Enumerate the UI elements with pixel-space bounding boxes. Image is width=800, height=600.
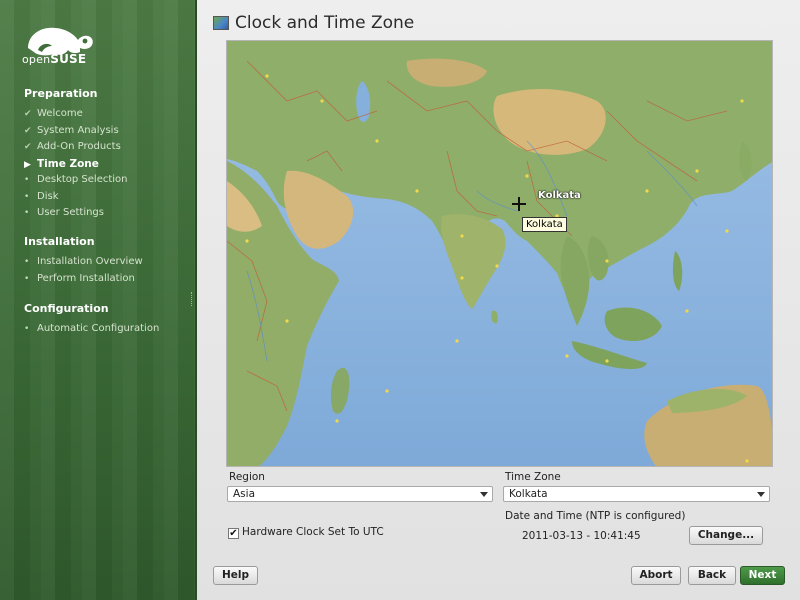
bullet-icon: •	[24, 273, 30, 284]
bullet-icon: •	[24, 324, 30, 334]
bullet-icon: •	[24, 208, 30, 218]
step-add-on-products: ✔ Add-On Products	[24, 139, 128, 156]
step-desktop-selection: • Desktop Selection	[24, 172, 128, 189]
globe-icon	[213, 16, 229, 30]
change-datetime-button[interactable]: Change...	[689, 526, 763, 545]
page-title: Clock and Time Zone	[235, 13, 415, 33]
timezone-map[interactable]: Kolkata Kolkata	[226, 40, 773, 467]
installer-sidebar: openSUSE Preparation ✔ Welcome ✔ System An…	[0, 0, 197, 600]
back-button[interactable]: Back	[688, 566, 736, 585]
timezone-label: Time Zone	[505, 471, 561, 483]
world-map-asia	[227, 41, 772, 466]
city-tooltip: Kolkata	[522, 217, 567, 232]
chevron-down-icon	[757, 492, 765, 497]
brand-wordmark: openSUSE	[22, 52, 87, 66]
bullet-icon: •	[24, 191, 30, 202]
section-title: Installation	[24, 235, 95, 248]
check-icon: ✔	[24, 109, 32, 119]
arrow-right-icon: ▶	[24, 159, 31, 170]
step-perform-installation: • Perform Installation	[24, 271, 143, 288]
step-time-zone: ▶ Time Zone	[24, 156, 128, 173]
next-button[interactable]: Next	[740, 566, 785, 585]
timezone-select[interactable]: Kolkata	[503, 486, 770, 502]
bullet-icon: •	[24, 175, 30, 185]
region-value: Asia	[233, 488, 256, 500]
step-user-settings: • User Settings	[24, 205, 128, 222]
step-system-analysis: ✔ System Analysis	[24, 123, 128, 140]
check-icon: ✔	[24, 125, 32, 136]
section-installation: Installation • Installation Overview • Per…	[24, 235, 143, 287]
help-button[interactable]: Help	[213, 566, 258, 585]
crosshair-icon	[512, 197, 526, 211]
step-automatic-configuration: • Automatic Configuration	[24, 321, 159, 338]
step-welcome: ✔ Welcome	[24, 106, 128, 123]
main-panel: Clock and Time Zone Kolkata Kolkata Regi…	[197, 0, 800, 600]
step-installation-overview: • Installation Overview	[24, 254, 143, 271]
hw-clock-checkbox[interactable]: ✔	[228, 528, 239, 539]
sidebar-resize-handle[interactable]	[191, 292, 195, 306]
section-title: Preparation	[24, 87, 98, 100]
date-time-heading: Date and Time (NTP is configured)	[505, 510, 686, 522]
chevron-down-icon	[480, 492, 488, 497]
region-select[interactable]: Asia	[227, 486, 493, 502]
section-preparation: Preparation ✔ Welcome ✔ System Analysis ✔ A…	[24, 87, 128, 222]
check-icon: ✔	[229, 528, 238, 539]
bullet-icon: •	[24, 257, 30, 267]
selected-city-label: Kolkata	[538, 190, 581, 201]
abort-button[interactable]: Abort	[631, 566, 681, 585]
step-disk: • Disk	[24, 189, 128, 206]
hw-clock-label[interactable]: Hardware Clock Set To UTC	[242, 526, 384, 538]
region-label: Region	[229, 471, 265, 483]
check-icon: ✔	[24, 142, 32, 152]
section-configuration: Configuration • Automatic Configuration	[24, 302, 159, 338]
date-time-value: 2011-03-13 - 10:41:45	[522, 530, 641, 542]
timezone-value: Kolkata	[509, 488, 548, 500]
section-title: Configuration	[24, 302, 109, 315]
